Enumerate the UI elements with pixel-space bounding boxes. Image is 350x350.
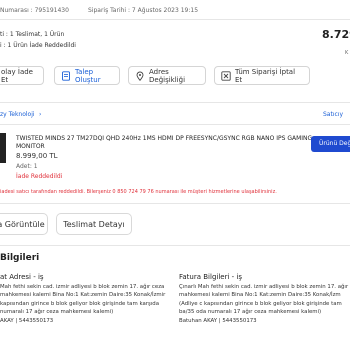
return-rejection-notice: iadesi satıcı tarafından reddedildi. Bil… <box>0 189 277 195</box>
address-line: kapısından girince b blok geliyor blok g… <box>0 300 160 307</box>
delivery-address-title: at Adresi - iş <box>0 273 44 281</box>
product-status: İade Reddedildi <box>16 173 63 180</box>
delivery-summary: ti : 1 Teslimat, 1 Ürün <box>0 31 65 38</box>
chevron-right-icon: › <box>39 111 42 118</box>
seller-link[interactable]: Satıcıy <box>323 111 343 118</box>
cancel-order-button[interactable]: Tüm Siparişi İptal Et <box>214 66 310 85</box>
billing-address-title: Fatura Bilgileri - iş <box>179 273 242 281</box>
create-request-button[interactable]: Talep Oluştur <box>54 66 120 85</box>
invoice-view-label: a Görüntüle <box>0 219 45 229</box>
delivery-address: Mah fethi sekin cad. izmir adliyesi b bl… <box>0 283 165 325</box>
divider <box>0 19 350 20</box>
address-line: Mah fethi sekin cad. izmir adliyesi b bl… <box>0 284 165 290</box>
invoice-view-button[interactable]: a Görüntüle <box>0 213 48 235</box>
cancel-icon <box>221 70 231 81</box>
divider <box>0 245 350 246</box>
section-title: Bilgileri <box>0 253 40 263</box>
address-line: (Adliye c kapısından girince b blok geli… <box>179 300 342 307</box>
return-label: olay İade Et <box>1 67 33 84</box>
seller-name[interactable]: zy Teknoloji <box>0 111 35 118</box>
address-change-label: Adres Değişikliği <box>149 67 186 84</box>
location-pin-icon <box>135 71 145 81</box>
divider <box>0 124 350 125</box>
product-quantity: Adet: 1 <box>16 163 38 170</box>
divider <box>0 203 350 204</box>
address-contact: Batuhan AKAY | 5443550173 <box>179 317 257 324</box>
return-button[interactable]: olay İade Et <box>0 66 44 85</box>
product-action-button[interactable]: Ürünü Değ <box>311 136 350 152</box>
divider <box>0 102 350 103</box>
order-date: Sipariş Tarihi : 7 Ağustos 2023 19:15 <box>88 7 199 14</box>
address-contact: AKAY | 5443550173 <box>0 317 54 324</box>
billing-address: Çınarlı Mah fethi sekin cad. izmir adliy… <box>179 283 350 325</box>
address-line: mahkemesi kalemi Bina No:1 Kat:zemin Dai… <box>0 292 166 299</box>
status-summary: i : 1 Ürün İade Reddedildi <box>0 42 76 49</box>
order-total-note: K <box>345 50 349 56</box>
product-title[interactable]: TWISTED MINDS 27 TM27DQI QHD 240Hz 1MS H… <box>16 135 312 142</box>
address-line: numaralı 17 ağır ceza mahkemesi kalemi) <box>0 309 114 316</box>
create-request-label: Talep Oluştur <box>75 67 101 84</box>
order-number: Numarası : 795191430 <box>0 7 69 14</box>
product-image[interactable] <box>0 133 6 163</box>
address-line: Çınarlı Mah fethi sekin cad. izmir adliy… <box>179 284 350 290</box>
cancel-order-label: Tüm Siparişi İptal Et <box>235 67 296 84</box>
delivery-detail-label: Teslimat Detayı <box>63 219 125 229</box>
address-line: mahkemesi kalemi Bina No:1 Kat:zemin Dai… <box>179 292 341 299</box>
order-total: 8.729, <box>322 28 350 41</box>
address-line: ba/35 oda numaralı 17 ağır ceza mahkemes… <box>179 309 322 316</box>
delivery-detail-button[interactable]: Teslimat Detayı <box>56 213 132 235</box>
product-title-continued[interactable]: MONITOR <box>16 143 45 150</box>
document-icon <box>61 70 71 81</box>
address-change-button[interactable]: Adres Değişikliği <box>128 66 206 85</box>
product-price: 8.999,00 TL <box>16 152 58 160</box>
